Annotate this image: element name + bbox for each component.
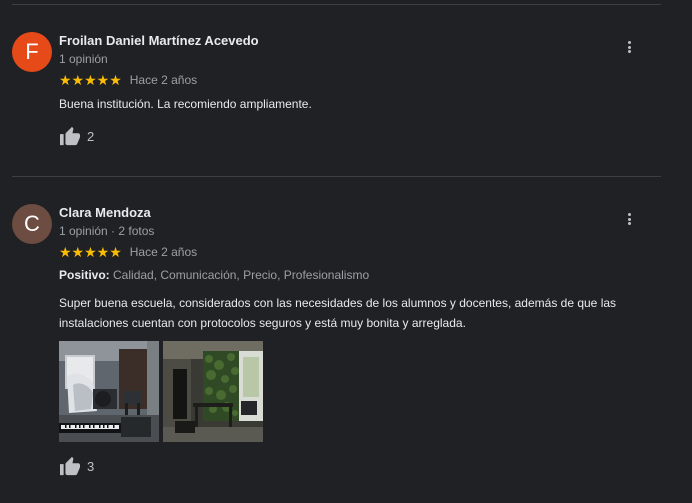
like-button[interactable]: 3 — [59, 456, 94, 476]
reviews-panel: F Froilan Daniel Martínez Acevedo 1 opin… — [0, 0, 692, 503]
reviewer-name[interactable]: Clara Mendoza — [59, 205, 151, 220]
reviewer-meta: 1 opinión — [59, 52, 108, 66]
review-text: Buena institución. La recomiendo ampliam… — [59, 97, 312, 111]
review-photo-entrance[interactable] — [163, 341, 263, 442]
rating-row: ★★★★★ Hace 2 años — [59, 72, 197, 88]
like-count: 2 — [87, 128, 95, 144]
attributes-label: Positivo: — [59, 268, 110, 282]
like-button[interactable]: 2 — [59, 126, 94, 146]
avatar[interactable]: C — [12, 204, 52, 244]
review-photo-classroom[interactable] — [59, 341, 159, 442]
more-options-icon[interactable] — [623, 38, 635, 56]
thumbs-up-icon — [60, 126, 80, 146]
review-attributes: Positivo: Calidad, Comunicación, Precio,… — [59, 268, 369, 282]
reviewer-meta: 1 opinión · 2 fotos — [59, 224, 155, 238]
divider — [12, 176, 661, 177]
review-text: Super buena escuela, considerados con la… — [59, 296, 617, 330]
like-count: 3 — [87, 458, 95, 474]
thumbs-up-icon — [60, 456, 80, 476]
star-rating: ★★★★★ — [59, 72, 122, 88]
review-date: Hace 2 años — [129, 73, 198, 87]
reviewer-name[interactable]: Froilan Daniel Martínez Acevedo — [59, 33, 259, 48]
divider — [12, 4, 661, 5]
attributes-values: Calidad, Comunicación, Precio, Profesion… — [113, 268, 370, 282]
avatar[interactable]: F — [12, 32, 52, 72]
star-rating: ★★★★★ — [59, 244, 122, 260]
review-date: Hace 2 años — [129, 245, 198, 259]
rating-row: ★★★★★ Hace 2 años — [59, 244, 197, 260]
more-options-icon[interactable] — [623, 210, 635, 228]
